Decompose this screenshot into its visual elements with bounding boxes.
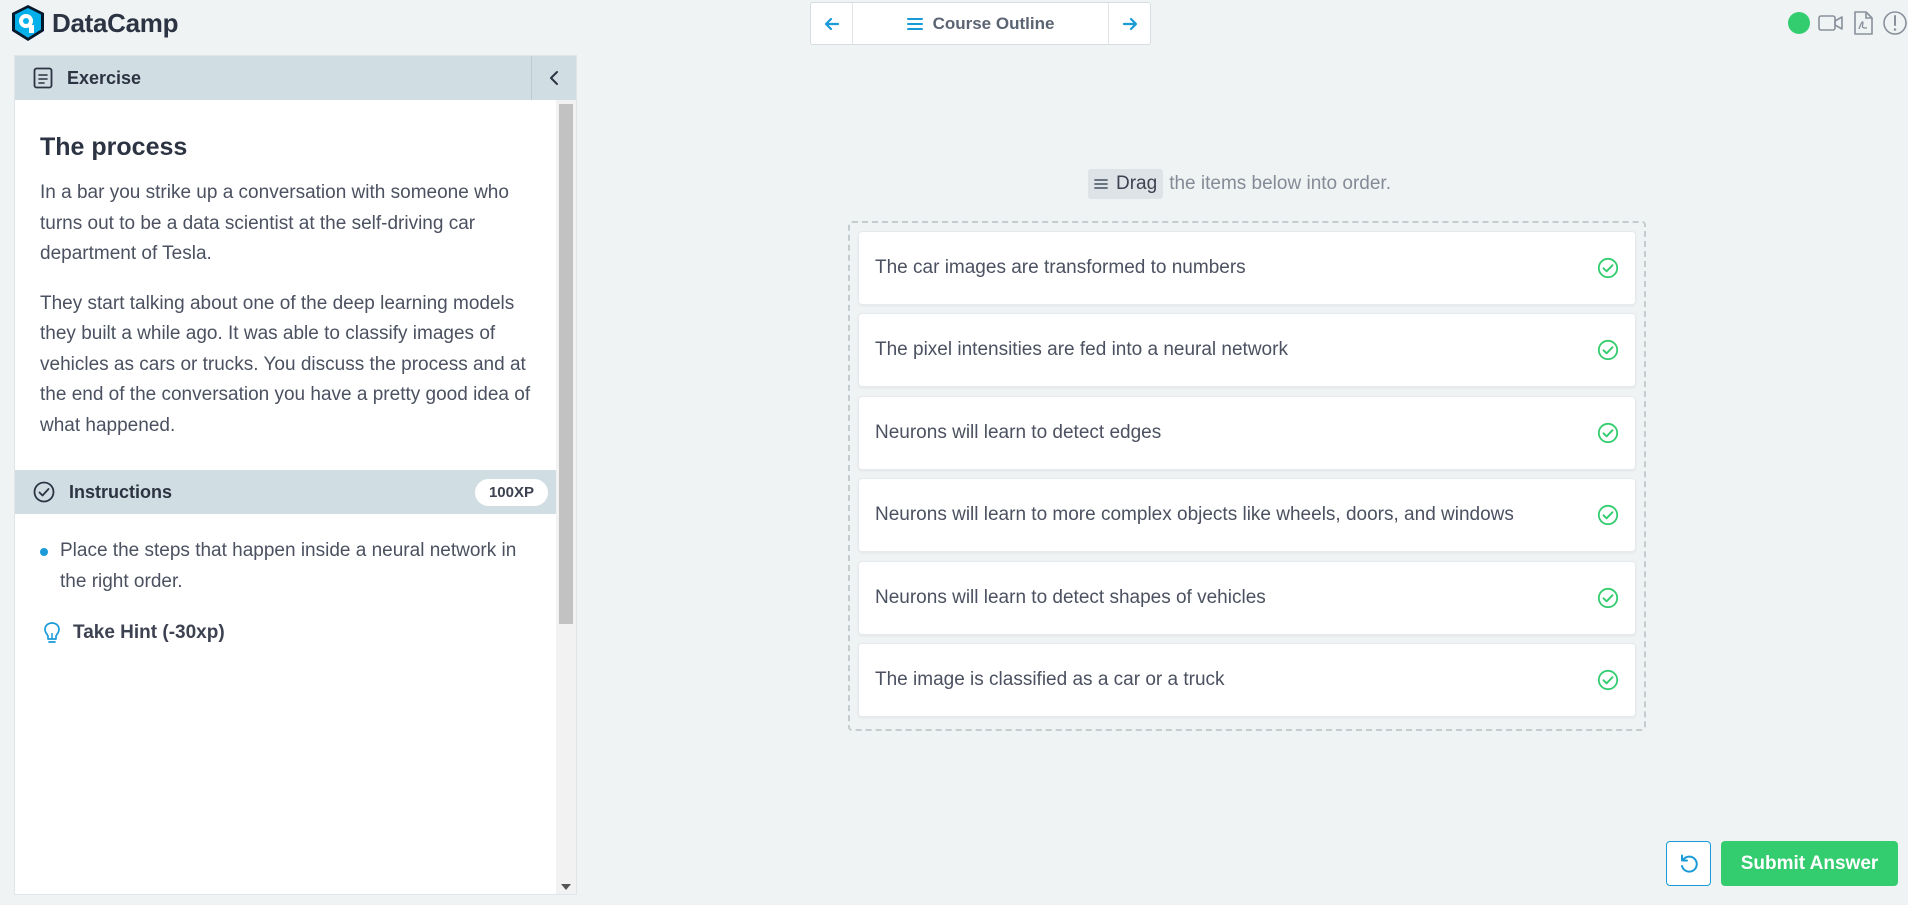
check-circle-icon xyxy=(33,481,55,503)
instruction-text: Place the steps that happen inside a neu… xyxy=(60,540,517,592)
instructions-header: Instructions 100XP xyxy=(15,470,558,514)
course-outline-button[interactable]: Course Outline xyxy=(853,3,1108,44)
datacamp-logo[interactable]: DataCamp xyxy=(10,4,179,42)
take-hint-button[interactable]: Take Hint (-30xp) xyxy=(15,621,558,645)
instructions-list: Place the steps that happen inside a neu… xyxy=(15,514,558,597)
video-icon[interactable] xyxy=(1818,14,1844,32)
menu-icon xyxy=(906,17,923,30)
scroll-down-arrow[interactable] xyxy=(561,884,571,890)
scrollbar-thumb[interactable] xyxy=(559,104,573,624)
submit-answer-button[interactable]: Submit Answer xyxy=(1721,841,1898,886)
alert-icon[interactable] xyxy=(1882,10,1908,36)
logo-icon xyxy=(12,5,44,41)
check-icon xyxy=(1597,587,1619,609)
order-item[interactable]: Neurons will learn to detect shapes of v… xyxy=(858,561,1636,635)
check-icon xyxy=(1597,339,1619,361)
course-navigation: Course Outline xyxy=(810,2,1151,45)
check-icon xyxy=(1597,504,1619,526)
order-item-text: Neurons will learn to detect edges xyxy=(875,422,1162,443)
chevron-left-icon xyxy=(550,71,558,85)
top-right-toolbar xyxy=(1788,10,1908,36)
order-item-text: The image is classified as a car or a tr… xyxy=(875,669,1225,690)
status-dot xyxy=(1788,12,1810,34)
previous-exercise-button[interactable] xyxy=(811,3,853,44)
document-icon xyxy=(33,67,53,89)
instructions-label: Instructions xyxy=(69,481,173,502)
exercise-panel: Exercise The process In a bar you strike… xyxy=(14,55,577,895)
order-item[interactable]: The pixel intensities are fed into a neu… xyxy=(858,313,1636,387)
course-outline-label: Course Outline xyxy=(932,13,1055,33)
drag-instruction-text: the items below into order. xyxy=(1169,173,1391,194)
order-item-text: The car images are transformed to number… xyxy=(875,257,1246,278)
xp-badge: 100XP xyxy=(474,478,548,506)
check-icon xyxy=(1597,669,1619,691)
exercise-content[interactable]: The process In a bar you strike up a con… xyxy=(15,100,558,894)
order-item-text: Neurons will learn to more complex objec… xyxy=(875,504,1514,525)
pdf-icon[interactable] xyxy=(1852,11,1874,35)
collapse-panel-button[interactable] xyxy=(531,56,576,100)
lightbulb-icon xyxy=(44,622,60,643)
app-name: DataCamp xyxy=(52,7,179,38)
drag-instruction: Drag the items below into order. xyxy=(1088,169,1391,199)
undo-icon xyxy=(1680,854,1698,873)
exercise-header-label: Exercise xyxy=(67,67,142,88)
check-icon xyxy=(1597,422,1619,444)
drag-drop-zone[interactable]: The car images are transformed to number… xyxy=(848,221,1646,731)
arrow-left-icon xyxy=(824,17,839,30)
panel-scrollbar[interactable] xyxy=(556,100,576,894)
bullet xyxy=(40,548,48,556)
exercise-header: Exercise xyxy=(15,56,576,100)
order-item[interactable]: The car images are transformed to number… xyxy=(858,231,1636,305)
exercise-paragraph: In a bar you strike up a conversation wi… xyxy=(40,182,509,264)
drag-chip: Drag xyxy=(1088,169,1164,199)
exercise-title: The process xyxy=(40,133,188,161)
exercise-paragraph: They start talking about one of the deep… xyxy=(40,292,531,436)
order-item-text: The pixel intensities are fed into a neu… xyxy=(875,339,1288,360)
reset-button[interactable] xyxy=(1666,841,1711,886)
order-item-text: Neurons will learn to detect shapes of v… xyxy=(875,587,1266,608)
instruction-item: Place the steps that happen inside a neu… xyxy=(40,536,533,597)
order-item[interactable]: Neurons will learn to detect edges xyxy=(858,396,1636,470)
check-icon xyxy=(1597,257,1619,279)
arrow-right-icon xyxy=(1122,17,1137,30)
next-exercise-button[interactable] xyxy=(1108,3,1150,44)
drag-handle-icon xyxy=(1094,179,1108,189)
order-item[interactable]: The image is classified as a car or a tr… xyxy=(858,643,1636,717)
take-hint-label: Take Hint (-30xp) xyxy=(73,622,225,643)
order-item[interactable]: Neurons will learn to more complex objec… xyxy=(858,478,1636,552)
drag-chip-label: Drag xyxy=(1116,173,1158,194)
